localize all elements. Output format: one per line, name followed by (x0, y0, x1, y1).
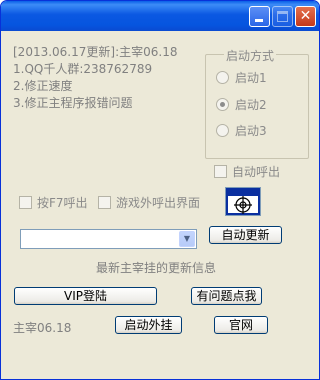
vip-login-button[interactable]: VIP登陆 (14, 287, 157, 305)
radio-icon (216, 123, 229, 137)
minimize-button[interactable] (249, 6, 270, 27)
launch-option-3[interactable]: 启动3 (216, 123, 267, 138)
chevron-down-icon: ▼ (183, 234, 191, 243)
hotkey-checkbox[interactable]: 按F7呼出 (19, 195, 88, 210)
launch-mode-title: 启动方式 (224, 47, 277, 64)
maximize-icon (277, 11, 288, 22)
info-line-date: [2013.06.17更新]:主宰06.18 (13, 45, 178, 59)
start-cheat-button[interactable]: 启动外挂 (115, 316, 182, 334)
checkbox-icon (98, 195, 111, 209)
info-line-fix: 3.修正主程序报错问题 (13, 96, 133, 110)
launch-option-2[interactable]: 启动2 (216, 97, 267, 112)
checkbox-icon (214, 164, 227, 178)
auto-call-label: 自动呼出 (232, 164, 281, 179)
crosshair-icon (234, 196, 252, 214)
launch-mode-group: 启动方式 启动1 启动2 启动3 (205, 47, 309, 159)
auto-update-button[interactable]: 自动更新 (209, 226, 282, 244)
version-label: 主宰06.18 (13, 321, 72, 335)
minimize-icon (255, 19, 263, 22)
report-problem-button[interactable]: 有问题点我 (191, 287, 262, 305)
hotkey-label: 按F7呼出 (37, 195, 88, 210)
info-line-qq: 1.QQ千人群:238762789 (13, 62, 153, 76)
close-icon: ✕ (299, 8, 312, 24)
maximize-button (272, 6, 293, 27)
checkbox-icon (19, 195, 32, 209)
update-info-caption: 最新主宰挂的更新信息 (96, 261, 217, 275)
launch-option-1[interactable]: 启动1 (216, 70, 267, 85)
main-window: ✕ [2013.06.17更新]:主宰06.18 1.QQ千人群:2387627… (0, 0, 320, 380)
launch-option-3-label: 启动3 (235, 123, 267, 138)
launch-option-2-label: 启动2 (235, 97, 267, 112)
launch-option-1-label: 启动1 (235, 70, 267, 85)
info-line-speed: 2.修正速度 (13, 79, 73, 93)
game-call-label: 游戏外呼出界面 (116, 195, 201, 210)
website-button[interactable]: 官网 (214, 316, 268, 334)
close-button[interactable]: ✕ (295, 6, 316, 27)
target-picker[interactable] (225, 187, 261, 216)
game-call-checkbox[interactable]: 游戏外呼出界面 (98, 195, 201, 210)
radio-selected-icon (216, 97, 229, 111)
update-select[interactable]: ▼ (20, 229, 197, 249)
dropdown-arrow[interactable]: ▼ (179, 231, 195, 247)
title-bar[interactable]: ✕ (1, 1, 319, 31)
auto-call-checkbox[interactable]: 自动呼出 (214, 164, 281, 179)
radio-icon (216, 70, 229, 84)
